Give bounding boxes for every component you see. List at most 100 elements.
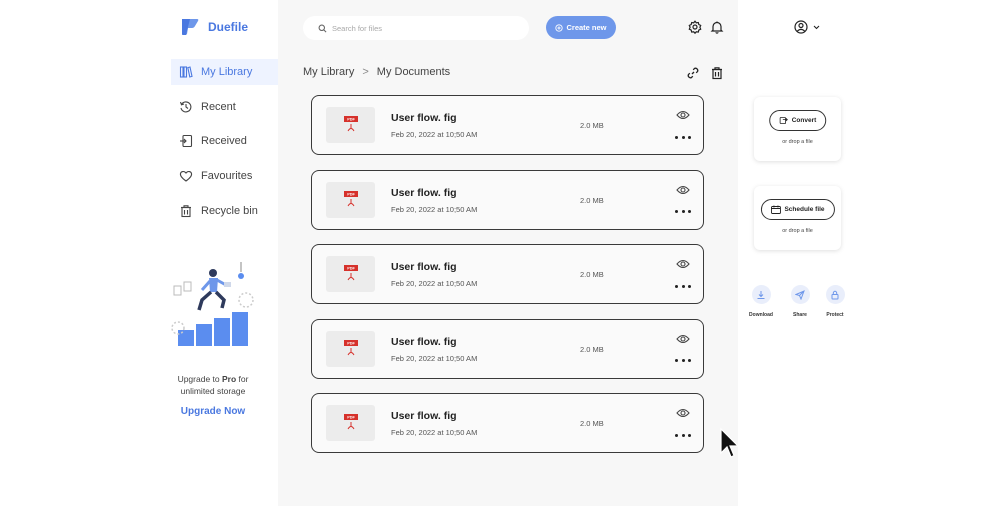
more-options-icon[interactable]: [675, 207, 691, 217]
convert-label: Convert: [791, 117, 817, 124]
download-icon[interactable]: [751, 285, 771, 304]
drop-hint: or drop a file: [782, 228, 813, 234]
file-card[interactable]: PDF User flow. fig Feb 20, 2022 at 10;50…: [311, 169, 704, 230]
file-list: PDF User flow. fig Feb 20, 2022 at 10;50…: [311, 95, 704, 468]
upgrade-now-link[interactable]: Upgrade Now: [166, 406, 260, 417]
pdf-type-label: PDF: [347, 341, 355, 345]
eye-icon[interactable]: [676, 258, 690, 270]
pdf-file-icon: PDF: [326, 256, 375, 293]
more-options-icon[interactable]: [675, 132, 691, 142]
create-new-label: Create new: [566, 23, 607, 32]
link-icon[interactable]: [686, 66, 700, 80]
file-date: Feb 20, 2022 at 10;50 AM: [391, 428, 478, 438]
share-action[interactable]: Share: [780, 285, 820, 318]
pdf-file-icon: PDF: [326, 405, 375, 442]
convert-card[interactable]: Convert or drop a file: [754, 97, 841, 161]
search-bar[interactable]: [303, 16, 529, 40]
gear-icon[interactable]: [688, 20, 702, 34]
file-name: User flow. fig: [391, 410, 457, 423]
mouse-cursor-icon: [720, 427, 739, 458]
file-date: Feb 20, 2022 at 10;50 AM: [391, 279, 478, 289]
schedule-card[interactable]: Schedule file or drop a file: [754, 186, 841, 250]
eye-icon[interactable]: [676, 184, 690, 196]
pdf-type-label: PDF: [347, 118, 355, 122]
pdf-file-icon: PDF: [326, 330, 375, 367]
file-name: User flow. fig: [391, 335, 457, 348]
schedule-file-label: Schedule file: [784, 206, 825, 213]
file-card[interactable]: PDF User flow. fig Feb 20, 2022 at 10;50…: [311, 95, 704, 155]
search-input[interactable]: [332, 23, 502, 33]
file-name: User flow. fig: [391, 186, 457, 199]
promo-text: Upgrade to Pro for unlimited storage: [166, 373, 260, 397]
received-icon: [179, 134, 193, 148]
breadcrumb-separator: >: [362, 66, 369, 78]
send-icon[interactable]: [790, 285, 810, 304]
sidebar-item-label: Received: [201, 135, 247, 148]
file-size: 2.0 MB: [580, 419, 604, 429]
file-date: Feb 20, 2022 at 10;50 AM: [391, 353, 478, 363]
file-name: User flow. fig: [391, 261, 457, 274]
more-options-icon[interactable]: [675, 281, 691, 291]
sidebar-item-label: Recent: [201, 100, 236, 113]
more-options-icon[interactable]: [675, 430, 691, 440]
file-card[interactable]: PDF User flow. fig Feb 20, 2022 at 10;50…: [311, 244, 704, 305]
create-new-button[interactable]: Create new: [546, 16, 616, 39]
share-label: Share: [793, 312, 807, 318]
search-icon: [318, 24, 327, 32]
brand[interactable]: Duefile: [180, 18, 248, 36]
download-label: Download: [749, 312, 773, 318]
eye-icon[interactable]: [676, 109, 690, 121]
protect-label: Protect: [826, 312, 844, 318]
breadcrumb-current: My Documents: [376, 66, 451, 78]
promo-line1-prefix: Upgrade to: [177, 374, 222, 384]
user-avatar-icon: [794, 20, 808, 34]
schedule-file-button[interactable]: Schedule file: [760, 199, 835, 220]
sidebar-item-recent[interactable]: Recent: [171, 94, 278, 120]
file-card[interactable]: PDF User flow. fig Feb 20, 2022 at 10;50…: [311, 393, 704, 454]
drop-hint: or drop a file: [782, 139, 813, 145]
file-size: 2.0 MB: [580, 195, 604, 205]
file-card[interactable]: PDF User flow. fig Feb 20, 2022 at 10;50…: [311, 318, 704, 379]
file-date: Feb 20, 2022 at 10;50 AM: [391, 130, 478, 139]
sidebar-item-favourites[interactable]: Favourites: [171, 163, 278, 189]
folder-actions: [686, 66, 724, 80]
breadcrumb: My Library > My Documents: [303, 66, 450, 78]
trash-icon: [179, 204, 193, 218]
sidebar-item-label: My Library: [201, 66, 253, 78]
protect-action[interactable]: Protect: [815, 285, 855, 318]
sidebar-nav: My Library Recent Received Favourites Re…: [171, 59, 278, 232]
library-icon: [179, 65, 193, 79]
pdf-type-label: PDF: [347, 267, 355, 271]
sidebar: Duefile My Library Recent Received Favou…: [0, 0, 278, 506]
file-date: Feb 20, 2022 at 10;50 AM: [391, 204, 478, 214]
sidebar-item-my-library[interactable]: My Library: [171, 59, 278, 85]
pdf-file-icon: PDF: [326, 181, 375, 218]
upgrade-illustration: [171, 262, 254, 346]
bell-icon[interactable]: [710, 20, 724, 34]
lock-icon[interactable]: [825, 285, 845, 304]
file-size: 2.0 MB: [580, 121, 604, 130]
promo-line1-suffix: for: [236, 374, 249, 384]
pdf-type-label: PDF: [347, 416, 355, 420]
brand-name: Duefile: [208, 20, 249, 34]
trash-icon[interactable]: [710, 66, 724, 80]
promo-line2: unlimited storage: [180, 386, 246, 396]
duefile-logo-icon: [182, 19, 199, 35]
plus-circle-icon: [555, 23, 564, 32]
eye-icon[interactable]: [676, 407, 690, 419]
calendar-icon: [770, 205, 781, 214]
file-size: 2.0 MB: [580, 344, 604, 354]
sidebar-item-received[interactable]: Received: [171, 128, 278, 154]
right-panel: Convert or drop a file Schedule file or …: [738, 0, 1004, 506]
sidebar-item-recycle-bin[interactable]: Recycle bin: [171, 198, 278, 224]
eye-icon[interactable]: [676, 333, 690, 345]
history-icon: [179, 100, 193, 114]
more-options-icon[interactable]: [675, 356, 691, 366]
sidebar-item-label: Recycle bin: [201, 204, 258, 217]
profile-menu[interactable]: [794, 20, 820, 34]
main-panel: Create new My Library > My Documents PDF…: [278, 0, 738, 506]
breadcrumb-root[interactable]: My Library: [303, 66, 354, 78]
download-action[interactable]: Download: [741, 285, 781, 318]
convert-button[interactable]: Convert: [768, 110, 827, 131]
convert-icon: [779, 116, 788, 125]
